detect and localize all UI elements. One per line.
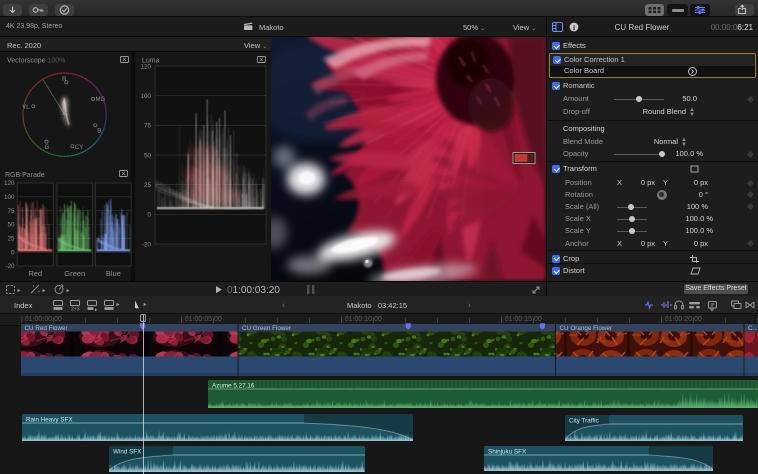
svg-text:CU Red Flower: CU Red Flower bbox=[25, 325, 68, 332]
svg-text:75: 75 bbox=[7, 208, 15, 215]
svg-text:Rain Heavy SFX: Rain Heavy SFX bbox=[26, 416, 73, 423]
svg-text:RGB Parade: RGB Parade bbox=[5, 172, 45, 179]
svg-text:Green: Green bbox=[64, 269, 85, 278]
svg-text:Blue: Blue bbox=[106, 269, 121, 278]
svg-text:‹: ‹ bbox=[282, 301, 285, 310]
svg-text:50: 50 bbox=[144, 152, 152, 159]
svg-text:G: G bbox=[45, 145, 50, 151]
svg-text:75: 75 bbox=[144, 123, 152, 130]
svg-text:0: 0 bbox=[11, 249, 15, 256]
svg-text:25: 25 bbox=[7, 236, 15, 243]
svg-text:2+3: 2+3 bbox=[71, 307, 80, 313]
svg-text:Vectorscope 100%: Vectorscope 100% bbox=[7, 58, 65, 65]
svg-text:MG: MG bbox=[96, 97, 106, 103]
svg-text:25: 25 bbox=[144, 182, 152, 189]
svg-text:100: 100 bbox=[4, 194, 15, 201]
svg-text:Azume 5.27.16: Azume 5.27.16 bbox=[212, 383, 255, 390]
svg-text:120: 120 bbox=[4, 180, 15, 187]
svg-text:C...: C... bbox=[748, 325, 758, 332]
svg-text:R: R bbox=[62, 77, 67, 83]
svg-text:CU Green Flower: CU Green Flower bbox=[242, 325, 291, 332]
svg-text:0: 0 bbox=[147, 212, 151, 219]
svg-text:Wind SFX: Wind SFX bbox=[113, 449, 142, 456]
svg-text:CY: CY bbox=[75, 145, 83, 151]
svg-text:-20: -20 bbox=[5, 263, 15, 270]
svg-text:›: › bbox=[468, 301, 471, 310]
svg-text:50: 50 bbox=[7, 222, 15, 229]
svg-text:-20: -20 bbox=[142, 241, 152, 248]
svg-text:B: B bbox=[97, 128, 101, 134]
svg-text:YL: YL bbox=[22, 105, 30, 111]
svg-text:Shinjuku SFX: Shinjuku SFX bbox=[488, 449, 527, 456]
svg-text:100: 100 bbox=[140, 93, 151, 100]
svg-text:CU Orange Flower: CU Orange Flower bbox=[560, 325, 613, 332]
svg-text:City Traffic: City Traffic bbox=[569, 417, 599, 424]
svg-text:Red: Red bbox=[28, 269, 42, 278]
svg-text:120: 120 bbox=[140, 63, 151, 70]
